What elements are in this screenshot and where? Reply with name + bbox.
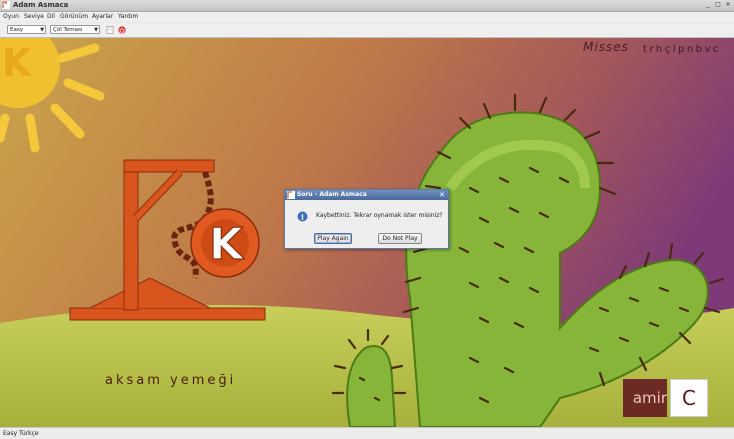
level-combo[interactable]: Easy ▼ [7, 25, 46, 34]
svg-text:K: K [209, 219, 245, 270]
level-value: Easy [10, 27, 23, 33]
app-icon [2, 1, 10, 9]
menu-help[interactable]: Yardım [118, 12, 138, 22]
chevron-down-icon: ▼ [94, 27, 98, 33]
dialog-app-icon [287, 191, 295, 199]
misses-label: Misses [583, 40, 629, 54]
info-icon: i [297, 211, 308, 222]
menu-language[interactable]: Dil [47, 12, 55, 22]
svg-text:K: K [2, 41, 33, 85]
minimize-icon[interactable]: _ [704, 1, 712, 9]
quit-icon[interactable] [118, 26, 126, 34]
do-not-play-button[interactable]: Do Not Play [378, 233, 422, 244]
missed-letters: trhçlpnbvc [643, 44, 721, 55]
maximize-icon[interactable]: □ [714, 1, 722, 9]
theme-combo[interactable]: Çöl Teması ▼ [50, 25, 100, 34]
menu-game[interactable]: Oyun [3, 12, 19, 22]
new-game-icon[interactable] [106, 26, 114, 34]
play-again-dialog: Soru - Adam Asmaca ✕ i Kaybettiniz. Tekr… [284, 189, 449, 249]
dialog-title: Soru - Adam Asmaca [297, 191, 367, 198]
dialog-message: Kaybettiniz. Tekrar oynamak ister misini… [316, 212, 443, 219]
guess-input[interactable]: C [670, 379, 708, 417]
menu-view[interactable]: Görünüm [60, 12, 88, 22]
menu-settings[interactable]: Ayarlar [92, 12, 113, 22]
dialog-titlebar: Soru - Adam Asmaca ✕ [285, 190, 448, 200]
window-titlebar: Adam Asmaca _ □ ✕ [0, 0, 734, 12]
svg-text:i: i [301, 213, 304, 222]
hint-box: amir [623, 379, 667, 417]
toolbar: Easy ▼ Çöl Teması ▼ [0, 23, 734, 38]
hint-text: amir [632, 389, 667, 407]
status-text: Easy Türkçe [3, 430, 39, 437]
theme-value: Çöl Teması [53, 27, 83, 33]
play-again-button[interactable]: Play Again [314, 233, 352, 244]
close-icon[interactable]: ✕ [724, 1, 732, 9]
chevron-down-icon: ▼ [40, 27, 44, 33]
menu-level[interactable]: Seviye [24, 12, 44, 22]
puzzle-word: aksam yemeği [105, 373, 237, 388]
menu-bar: Oyun Seviye Dil Görünüm Ayarlar Yardım [0, 12, 734, 22]
status-bar: Easy Türkçe [0, 427, 734, 439]
window-title: Adam Asmaca [13, 1, 69, 9]
dialog-close-icon[interactable]: ✕ [438, 191, 446, 199]
